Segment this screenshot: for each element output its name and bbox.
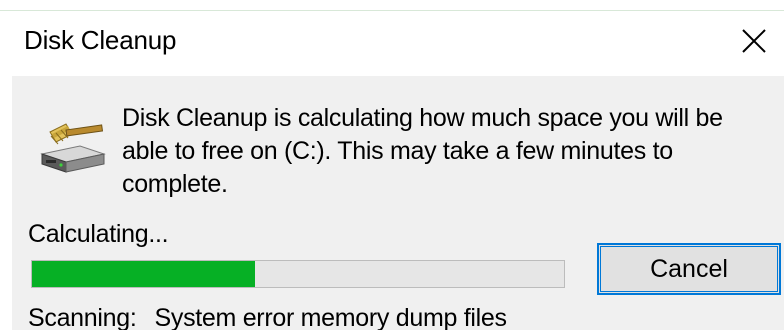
progress-bar-fill: [32, 261, 256, 287]
cancel-button[interactable]: Cancel: [597, 243, 781, 295]
dialog-body: Disk Cleanup is calculating how much spa…: [12, 76, 784, 330]
dialog-message: Disk Cleanup is calculating how much spa…: [122, 104, 723, 198]
scanning-label: Scanning:: [28, 304, 137, 330]
close-icon: [742, 29, 766, 53]
progress-bar: [31, 260, 565, 288]
disk-cleanup-drive-icon: [40, 123, 106, 173]
disk-cleanup-window: Disk Cleanup Disk Cleanup is calculating…: [0, 0, 784, 330]
scanning-item: System error memory dump files: [154, 304, 508, 330]
title-bar[interactable]: Disk Cleanup: [0, 11, 784, 75]
scanning-status: Scanning: System error memory dump files: [28, 304, 507, 330]
status-label: Calculating...: [28, 220, 169, 248]
window-title: Disk Cleanup: [24, 25, 177, 55]
close-button[interactable]: [724, 11, 784, 71]
